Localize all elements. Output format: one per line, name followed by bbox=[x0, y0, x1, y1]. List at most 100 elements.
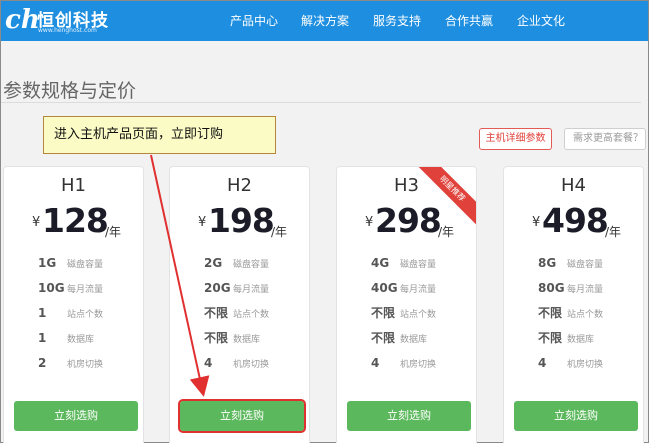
title-divider bbox=[1, 102, 641, 103]
plan-card-h2: H2 ¥ 198 /年 2G 磁盘容量 20G 每月流量 不限 站点个数 不限 数据库 … bbox=[169, 166, 310, 443]
annotation-callout: 进入主机产品页面，立即订购 bbox=[43, 116, 276, 154]
spec-disk: 4G 磁盘容量 bbox=[371, 252, 437, 270]
spec-value: 40G bbox=[371, 281, 398, 295]
spec-label: 站点个数 bbox=[400, 310, 437, 320]
spec-value: 1 bbox=[38, 306, 47, 320]
price-currency: ¥ bbox=[365, 215, 374, 230]
spec-label: 每月流量 bbox=[67, 285, 104, 295]
spec-label: 每月流量 bbox=[567, 285, 604, 295]
spec-label: 数据库 bbox=[67, 335, 95, 345]
page-title: 参数规格与定价 bbox=[3, 80, 137, 102]
price-amount: 128 bbox=[42, 201, 109, 240]
spec-traffic: 10G 每月流量 bbox=[38, 277, 104, 295]
spec-label: 每月流量 bbox=[233, 285, 270, 295]
spec-disk: 2G 磁盘容量 bbox=[204, 252, 270, 270]
spec-database: 不限 数据库 bbox=[538, 327, 595, 345]
spec-value: 不限 bbox=[371, 306, 396, 320]
price-amount: 298 bbox=[375, 201, 442, 240]
price-currency: ¥ bbox=[532, 215, 541, 230]
spec-traffic: 40G 每月流量 bbox=[371, 277, 437, 295]
plan-card-h3: 明星推荐 H3 ¥ 298 /年 4G 磁盘容量 40G 每月流量 不限 站点个数 不… bbox=[336, 166, 477, 443]
buy-button-h1[interactable]: 立刻选购 bbox=[14, 401, 138, 431]
price-unit: /年 bbox=[271, 225, 288, 239]
spec-value: 4G bbox=[371, 256, 390, 270]
spec-label: 站点个数 bbox=[233, 310, 270, 320]
price-unit: /年 bbox=[605, 225, 622, 239]
spec-database: 1 数据库 bbox=[38, 327, 95, 345]
spec-value: 10G bbox=[38, 281, 65, 295]
spec-value: 4 bbox=[538, 356, 547, 370]
spec-traffic: 80G 每月流量 bbox=[538, 277, 604, 295]
spec-value: 4 bbox=[371, 356, 380, 370]
plan-card-h4: H4 ¥ 498 /年 8G 磁盘容量 80G 每月流量 不限 站点个数 不限 数据库 … bbox=[503, 166, 644, 443]
spec-traffic: 20G 每月流量 bbox=[204, 277, 270, 295]
spec-value: 不限 bbox=[204, 306, 229, 320]
spec-value: 1 bbox=[38, 331, 47, 345]
spec-label: 机房切换 bbox=[400, 360, 437, 370]
price-amount: 198 bbox=[208, 201, 275, 240]
spec-label: 数据库 bbox=[400, 335, 428, 345]
plan-name: H2 bbox=[227, 175, 252, 196]
site-logo[interactable]: ch 恒创科技 www.henghost.com bbox=[5, 4, 135, 38]
spec-value: 不限 bbox=[538, 331, 563, 345]
plan-name: H4 bbox=[561, 175, 586, 196]
spec-label: 机房切换 bbox=[567, 360, 604, 370]
buy-button-h3[interactable]: 立刻选购 bbox=[347, 401, 471, 431]
buy-button-h2[interactable]: 立刻选购 bbox=[178, 399, 306, 433]
spec-label: 机房切换 bbox=[67, 360, 104, 370]
spec-value: 80G bbox=[538, 281, 565, 295]
spec-datacenter-switch: 4 机房切换 bbox=[371, 352, 437, 370]
spec-label: 磁盘容量 bbox=[567, 260, 604, 270]
spec-sites: 不限 站点个数 bbox=[204, 302, 270, 320]
nav-item-solutions[interactable]: 解决方案 bbox=[301, 12, 349, 29]
spec-sites: 1 站点个数 bbox=[38, 302, 104, 320]
logo-mark-icon: ch bbox=[5, 5, 40, 35]
spec-value: 2G bbox=[204, 256, 223, 270]
price-unit: /年 bbox=[105, 225, 122, 239]
spec-value: 2 bbox=[38, 356, 47, 370]
plan-price: ¥ 198 /年 bbox=[170, 201, 309, 241]
spec-label: 磁盘容量 bbox=[67, 260, 104, 270]
nav-item-culture[interactable]: 企业文化 bbox=[517, 12, 565, 29]
spec-label: 磁盘容量 bbox=[233, 260, 270, 270]
price-unit: /年 bbox=[438, 225, 455, 239]
spec-disk: 1G 磁盘容量 bbox=[38, 252, 104, 270]
spec-label: 每月流量 bbox=[400, 285, 437, 295]
spec-sites: 不限 站点个数 bbox=[538, 302, 603, 320]
spec-datacenter-switch: 4 机房切换 bbox=[204, 352, 270, 370]
spec-datacenter-switch: 2 机房切换 bbox=[38, 352, 104, 370]
plan-name: H1 bbox=[61, 175, 86, 196]
price-currency: ¥ bbox=[32, 215, 41, 230]
plan-price: ¥ 498 /年 bbox=[504, 201, 643, 241]
spec-database: 不限 数据库 bbox=[204, 327, 261, 345]
spec-label: 数据库 bbox=[233, 335, 261, 345]
spec-value: 8G bbox=[538, 256, 557, 270]
spec-sites: 不限 站点个数 bbox=[371, 302, 437, 320]
spec-value: 不限 bbox=[371, 331, 396, 345]
nav-item-support[interactable]: 服务支持 bbox=[373, 12, 421, 29]
spec-value: 不限 bbox=[538, 306, 563, 320]
price-currency: ¥ bbox=[198, 215, 207, 230]
plan-card-h1: H1 ¥ 128 /年 1G 磁盘容量 10G 每月流量 1 站点个数 1 数据库 2 机… bbox=[3, 166, 144, 443]
buy-button-h4[interactable]: 立刻选购 bbox=[514, 401, 638, 431]
top-nav-bar: ch 恒创科技 www.henghost.com 产品中心 解决方案 服务支持 … bbox=[1, 1, 648, 41]
spec-database: 不限 数据库 bbox=[371, 327, 428, 345]
spec-disk: 8G 磁盘容量 bbox=[538, 252, 604, 270]
spec-value: 不限 bbox=[204, 331, 229, 345]
spec-label: 站点个数 bbox=[67, 310, 104, 320]
spec-value: 4 bbox=[204, 356, 213, 370]
spec-value: 1G bbox=[38, 256, 57, 270]
spec-label: 数据库 bbox=[567, 335, 595, 345]
price-amount: 498 bbox=[542, 201, 609, 240]
logo-url: www.henghost.com bbox=[38, 27, 97, 34]
plan-price: ¥ 298 /年 bbox=[337, 201, 476, 241]
spec-label: 磁盘容量 bbox=[400, 260, 437, 270]
host-detail-params-button[interactable]: 主机详细参数 bbox=[479, 128, 552, 150]
nav-item-products[interactable]: 产品中心 bbox=[230, 12, 278, 29]
plan-price: ¥ 128 /年 bbox=[4, 201, 143, 241]
spec-label: 机房切换 bbox=[233, 360, 270, 370]
plan-name: H3 bbox=[394, 175, 419, 196]
nav-item-partners[interactable]: 合作共赢 bbox=[445, 12, 493, 29]
higher-plan-button[interactable]: 需求更高套餐？ bbox=[564, 128, 646, 150]
spec-value: 20G bbox=[204, 281, 231, 295]
